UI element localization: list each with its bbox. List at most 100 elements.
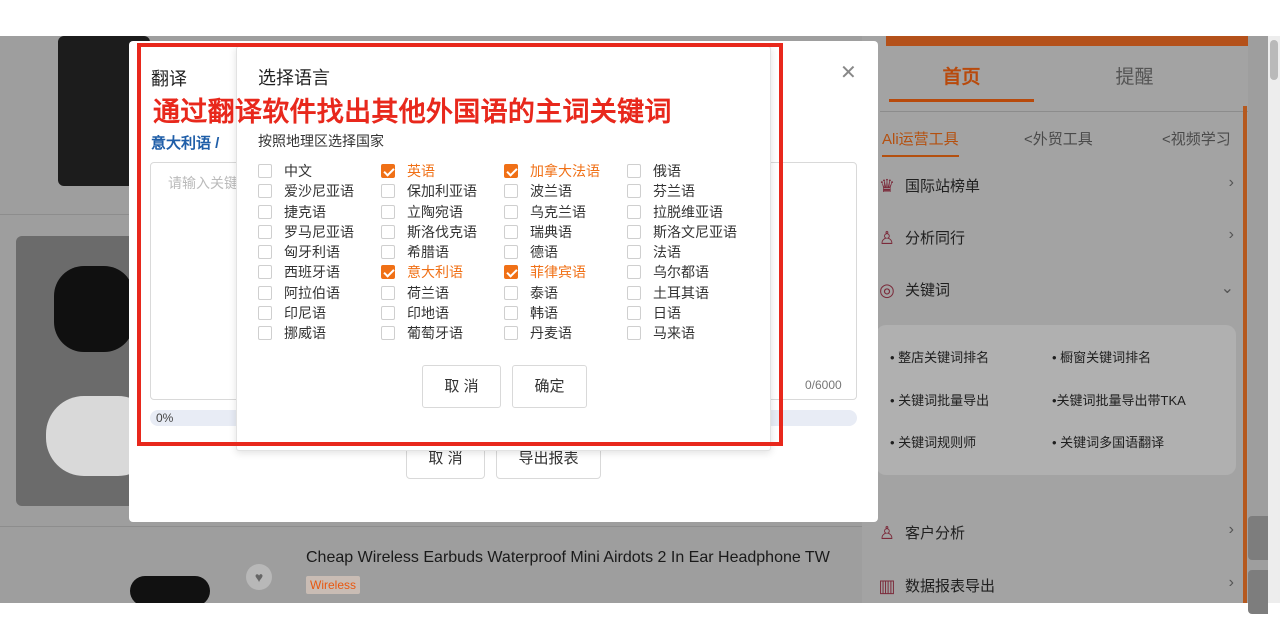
checkbox-checked-icon[interactable]: [504, 164, 518, 178]
menu-item-customer[interactable]: ♙ 客户分析 ›: [876, 512, 1236, 552]
language-option[interactable]: 丹麦语: [504, 323, 628, 343]
language-option[interactable]: 斯洛文尼亚语: [627, 222, 751, 242]
checkbox-icon[interactable]: [627, 184, 641, 199]
checkbox-icon[interactable]: [381, 326, 395, 341]
checkbox-icon[interactable]: [504, 285, 518, 300]
kw-tool-shop-rank[interactable]: • 整店关键词排名: [890, 347, 989, 366]
language-option[interactable]: 罗马尼亚语: [258, 222, 382, 242]
checkbox-icon[interactable]: [381, 285, 395, 300]
menu-item-ranking[interactable]: ♛ 国际站榜单 ›: [876, 165, 1236, 205]
language-option[interactable]: 挪威语: [258, 323, 382, 343]
language-option[interactable]: 拉脱维亚语: [627, 202, 751, 222]
checkbox-icon[interactable]: [381, 224, 395, 239]
checkbox-icon[interactable]: [258, 245, 272, 260]
language-option[interactable]: 韩语: [504, 303, 628, 323]
checkbox-icon[interactable]: [258, 285, 272, 300]
kw-tool-multilang[interactable]: • 关键词多国语翻译: [1052, 432, 1164, 451]
checkbox-checked-icon[interactable]: [504, 265, 518, 280]
checkbox-icon[interactable]: [381, 204, 395, 219]
checkbox-checked-icon[interactable]: [381, 164, 395, 178]
scrollbar-thumb[interactable]: [1270, 40, 1278, 80]
checkbox-icon[interactable]: [627, 265, 641, 280]
language-option[interactable]: 中文: [258, 161, 382, 181]
kw-tool-batch-export[interactable]: • 关键词批量导出: [890, 390, 989, 409]
language-option[interactable]: 菲律宾语: [504, 262, 628, 282]
subtab-ali-tools[interactable]: Ali运营工具: [882, 128, 959, 157]
language-option[interactable]: 乌尔都语: [627, 262, 751, 282]
checkbox-icon[interactable]: [258, 224, 272, 239]
kw-tool-rules[interactable]: • 关键词规则师: [890, 432, 976, 451]
chevron-right-icon: ›: [1228, 574, 1234, 591]
language-option[interactable]: 阿拉伯语: [258, 283, 382, 303]
language-option[interactable]: 葡萄牙语: [381, 323, 505, 343]
checkbox-icon[interactable]: [627, 204, 641, 219]
language-option[interactable]: 德语: [504, 242, 628, 262]
checkbox-icon[interactable]: [258, 265, 272, 280]
popup-cancel-button[interactable]: 取 消: [422, 365, 501, 408]
menu-item-keywords[interactable]: ◎ 关键词 ⌄: [876, 269, 1236, 309]
checkbox-icon[interactable]: [258, 164, 272, 178]
language-option[interactable]: 瑞典语: [504, 222, 628, 242]
checkbox-icon[interactable]: [627, 245, 641, 260]
checkbox-icon[interactable]: [627, 326, 641, 341]
language-option[interactable]: 英语: [381, 161, 505, 181]
language-option[interactable]: 俄语: [627, 161, 751, 181]
language-option[interactable]: 加拿大法语: [504, 161, 628, 181]
selected-language-crumb[interactable]: 意大利语 /: [151, 132, 219, 153]
checkbox-icon[interactable]: [504, 326, 518, 341]
language-option[interactable]: 印尼语: [258, 303, 382, 323]
product-title[interactable]: Cheap Wireless Earbuds Waterproof Mini A…: [306, 549, 861, 567]
language-option[interactable]: 日语: [627, 303, 751, 323]
checkbox-icon[interactable]: [627, 306, 641, 321]
language-option[interactable]: 希腊语: [381, 242, 505, 262]
language-option[interactable]: 匈牙利语: [258, 242, 382, 262]
close-icon[interactable]: ✕: [840, 60, 857, 85]
checkbox-icon[interactable]: [504, 224, 518, 239]
checkbox-icon[interactable]: [381, 245, 395, 260]
checkbox-icon[interactable]: [627, 164, 641, 178]
checkbox-icon[interactable]: [258, 204, 272, 219]
language-option[interactable]: 马来语: [627, 323, 751, 343]
language-option[interactable]: 立陶宛语: [381, 202, 505, 222]
language-option[interactable]: 捷克语: [258, 202, 382, 222]
checkbox-icon[interactable]: [381, 184, 395, 199]
checkbox-icon[interactable]: [381, 306, 395, 321]
language-option[interactable]: 法语: [627, 242, 751, 262]
checkbox-icon[interactable]: [627, 285, 641, 300]
heart-icon[interactable]: ♥: [246, 564, 272, 590]
language-option[interactable]: 泰语: [504, 283, 628, 303]
language-option[interactable]: 土耳其语: [627, 283, 751, 303]
checkbox-icon[interactable]: [258, 306, 272, 321]
language-option[interactable]: 芬兰语: [627, 181, 751, 201]
product-image-bottom[interactable]: [130, 576, 210, 603]
language-option[interactable]: 乌克兰语: [504, 202, 628, 222]
language-option[interactable]: 爱沙尼亚语: [258, 181, 382, 201]
menu-item-report-export[interactable]: ▥ 数据报表导出 ›: [876, 565, 1236, 605]
tab-remind[interactable]: 提醒: [1062, 62, 1207, 89]
popup-confirm-button[interactable]: 确定: [512, 365, 587, 408]
language-option[interactable]: 波兰语: [504, 181, 628, 201]
side-widget[interactable]: [1248, 570, 1268, 614]
scrollbar[interactable]: [1268, 36, 1280, 603]
checkbox-icon[interactable]: [258, 326, 272, 341]
checkbox-icon[interactable]: [504, 204, 518, 219]
side-widget[interactable]: [1248, 516, 1268, 560]
subtab-trade-tools[interactable]: <外贸工具: [1024, 128, 1093, 149]
language-option[interactable]: 西班牙语: [258, 262, 382, 282]
checkbox-icon[interactable]: [258, 184, 272, 199]
kw-tool-batch-export-tka[interactable]: •关键词批量导出带TKA: [1052, 390, 1186, 409]
menu-item-competitor[interactable]: ♙ 分析同行 ›: [876, 217, 1236, 257]
language-option[interactable]: 保加利亚语: [381, 181, 505, 201]
checkbox-icon[interactable]: [627, 224, 641, 239]
language-option[interactable]: 意大利语: [381, 262, 505, 282]
checkbox-checked-icon[interactable]: [381, 265, 395, 280]
checkbox-icon[interactable]: [504, 306, 518, 321]
checkbox-icon[interactable]: [504, 245, 518, 260]
kw-tool-window-rank[interactable]: • 橱窗关键词排名: [1052, 347, 1151, 366]
checkbox-icon[interactable]: [504, 184, 518, 199]
tab-home[interactable]: 首页: [889, 62, 1034, 102]
subtab-video-learning[interactable]: <视频学习: [1162, 128, 1231, 149]
language-option[interactable]: 印地语: [381, 303, 505, 323]
language-option[interactable]: 斯洛伐克语: [381, 222, 505, 242]
language-option[interactable]: 荷兰语: [381, 283, 505, 303]
